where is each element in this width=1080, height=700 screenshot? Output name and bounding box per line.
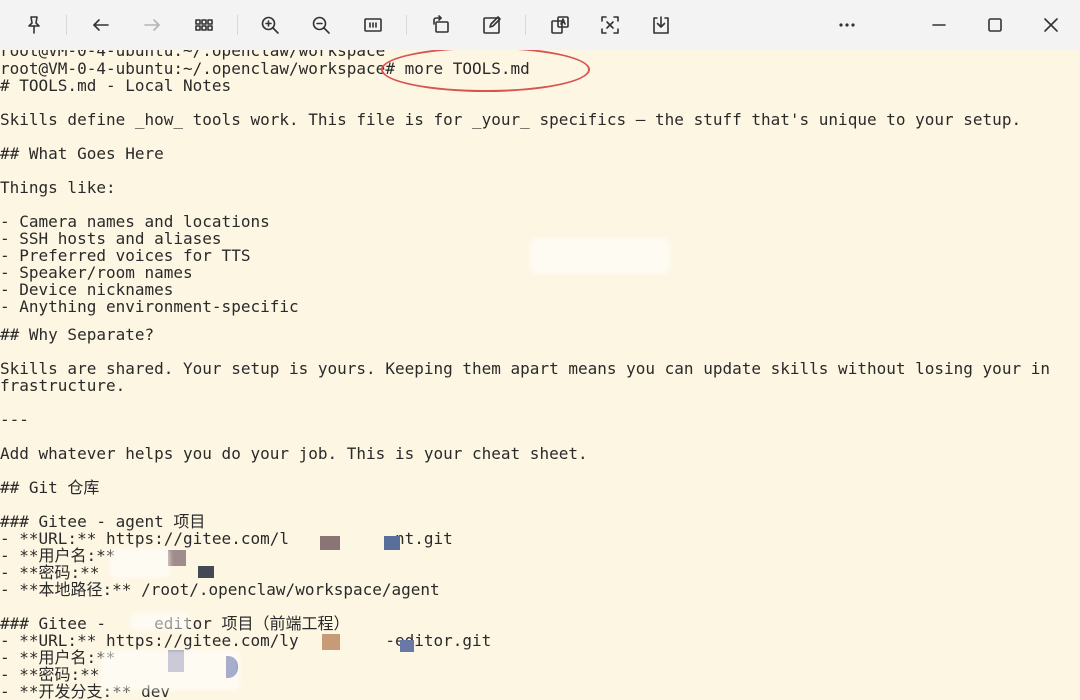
toolbar-divider [525, 15, 526, 35]
terminal-line: Skills define _how_ tools work. This fil… [0, 110, 1022, 129]
redaction-mark [320, 536, 340, 550]
terminal-screenshot: root@VM-0-4-ubuntu:~/.openclaw/workspace… [0, 50, 1080, 700]
terminal-line: - **用户名:** [0, 546, 116, 565]
redaction-mark [130, 612, 190, 630]
terminal-line: - Preferred voices for TTS [0, 246, 251, 265]
toolbar-divider [66, 15, 67, 35]
toolbar-divider [237, 15, 238, 35]
viewer-toolbar [0, 0, 1080, 50]
redaction-mark [322, 634, 340, 650]
close-icon[interactable] [1034, 8, 1068, 42]
back-arrow-icon[interactable] [84, 8, 118, 42]
redaction-mark [384, 536, 400, 550]
forward-arrow-icon[interactable] [135, 8, 169, 42]
terminal-line: ### Gitee - agent 项目 [0, 512, 206, 531]
redaction-mark [100, 650, 240, 690]
highlight-ellipse [381, 50, 590, 92]
more-icon[interactable] [830, 8, 864, 42]
zoom-in-icon[interactable] [253, 8, 287, 42]
text-recognize-icon[interactable] [593, 8, 627, 42]
maximize-icon[interactable] [978, 8, 1012, 42]
fit-icon[interactable] [356, 8, 390, 42]
terminal-line: - **密码:** [0, 563, 100, 582]
grid-icon[interactable] [187, 8, 221, 42]
zoom-out-icon[interactable] [304, 8, 338, 42]
redaction-mark [198, 566, 214, 578]
terminal-line: - **密码:** [0, 665, 100, 684]
redaction-mark [168, 550, 186, 566]
terminal-line: root@VM-0-4-ubuntu:~/.openclaw/workspace [0, 50, 386, 60]
edit-icon[interactable] [475, 8, 509, 42]
terminal-line: ## Git 仓库 [0, 478, 100, 497]
terminal-line: - Speaker/room names [0, 263, 193, 282]
terminal-line: - **本地路径:** /root/.openclaw/workspace/ag… [0, 580, 440, 599]
terminal-line: ## What Goes Here [0, 144, 164, 163]
terminal-line: - Device nicknames [0, 280, 174, 299]
translate-icon[interactable] [543, 8, 577, 42]
terminal-line: Things like: [0, 178, 116, 197]
rotate-icon[interactable] [424, 8, 458, 42]
terminal-line: Add whatever helps you do your job. This… [0, 444, 588, 463]
terminal-line: - SSH hosts and aliases [0, 229, 222, 248]
terminal-line: frastructure. [0, 376, 126, 395]
terminal-line: --- [0, 410, 29, 429]
terminal-line: - **URL:** https://gitee.com/ly -editor.… [0, 631, 492, 650]
terminal-line: - Anything environment-specific [0, 297, 299, 316]
terminal-line: Skills are shared. Your setup is yours. … [0, 359, 1050, 378]
minimize-icon[interactable] [922, 8, 956, 42]
terminal-line: - **用户名:** [0, 648, 116, 667]
redaction-mark [530, 238, 670, 274]
pin-icon[interactable] [17, 8, 51, 42]
redaction-mark [110, 548, 170, 578]
redaction-mark [400, 640, 414, 652]
terminal-line: # TOOLS.md - Local Notes [0, 76, 232, 95]
toolbar-divider [406, 15, 407, 35]
terminal-line: ## Why Separate? [0, 325, 155, 344]
terminal-line: - Camera names and locations [0, 212, 270, 231]
download-icon[interactable] [644, 8, 678, 42]
